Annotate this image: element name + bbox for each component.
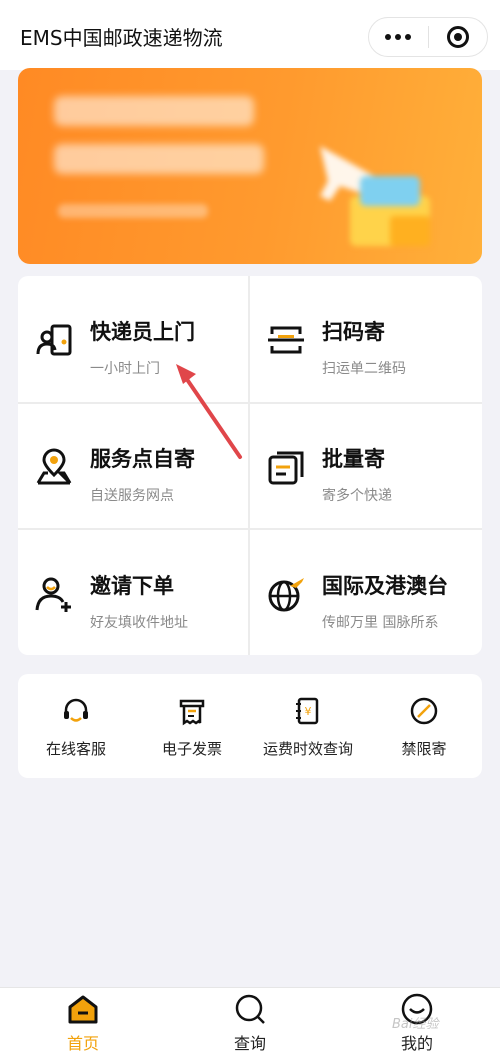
headset-icon bbox=[64, 698, 88, 722]
tool-prohibited-items[interactable]: 禁限寄 bbox=[366, 674, 482, 778]
service-title: 快递员上门 bbox=[90, 320, 195, 344]
service-title: 服务点自寄 bbox=[90, 447, 195, 471]
tool-label: 在线客服 bbox=[45, 740, 106, 758]
banner-blurred-headline bbox=[54, 96, 254, 126]
tool-label: 电子发票 bbox=[161, 740, 222, 758]
service-self-dropoff[interactable]: 服务点自寄 自送服务网点 bbox=[18, 403, 249, 528]
tab-label: 首页 bbox=[66, 1034, 99, 1053]
service-subtitle: 自送服务网点 bbox=[90, 488, 174, 504]
tool-online-service[interactable]: 在线客服 bbox=[18, 674, 134, 778]
more-button[interactable] bbox=[369, 18, 428, 56]
service-title: 批量寄 bbox=[322, 447, 385, 471]
tab-label: 我的 bbox=[400, 1034, 433, 1053]
svg-text:¥: ¥ bbox=[305, 705, 312, 718]
services-card: 快递员上门 一小时上门 扫码寄 扫运单二维码 服务点自寄 自送服务网点 批量寄 … bbox=[18, 276, 482, 655]
service-subtitle: 好友填收件地址 bbox=[90, 615, 188, 631]
tool-label: 运费时效查询 bbox=[262, 740, 353, 758]
service-invite-order[interactable]: 邀请下单 好友填收件地址 bbox=[18, 530, 249, 655]
banner-blurred-headline-2 bbox=[54, 144, 264, 174]
scan-box-icon bbox=[268, 326, 304, 354]
tab-home[interactable]: 首页 bbox=[0, 988, 166, 1055]
watermark-text: Bai经验 bbox=[392, 1017, 439, 1032]
receipt-icon bbox=[179, 699, 205, 726]
service-batch-send[interactable]: 批量寄 寄多个快递 bbox=[250, 403, 481, 528]
target-circle-icon bbox=[446, 26, 469, 48]
tab-query[interactable]: 查询 bbox=[167, 988, 333, 1055]
service-title: 扫码寄 bbox=[322, 320, 385, 344]
service-scan-send[interactable]: 扫码寄 扫运单二维码 bbox=[250, 276, 481, 401]
yen-document-icon: ¥ bbox=[296, 697, 319, 725]
bottom-tab-bar: 首页 查询 我的 Bai经验 bbox=[0, 987, 500, 1055]
service-subtitle: 一小时上门 bbox=[90, 361, 160, 377]
service-subtitle: 传邮万里 国脉所系 bbox=[322, 615, 439, 631]
app-title: EMS中国邮政速递物流 bbox=[20, 26, 223, 50]
home-icon bbox=[68, 995, 98, 1024]
service-title: 邀请下单 bbox=[90, 574, 174, 598]
service-international[interactable]: 国际及港澳台 传邮万里 国脉所系 bbox=[250, 530, 481, 655]
globe-plane-icon bbox=[268, 578, 304, 612]
banner-blurred-caption bbox=[58, 204, 208, 218]
promo-banner[interactable] bbox=[18, 68, 482, 264]
tool-e-invoice[interactable]: 电子发票 bbox=[134, 674, 250, 778]
search-icon bbox=[235, 994, 265, 1024]
more-dots-icon bbox=[385, 34, 412, 40]
courier-door-icon bbox=[36, 324, 72, 356]
prohibited-icon bbox=[410, 697, 438, 725]
banner-plane-illustration bbox=[320, 146, 430, 246]
close-button[interactable] bbox=[429, 18, 488, 56]
tools-card: 在线客服 电子发票 ¥ 运费时效查询 禁限寄 bbox=[18, 674, 482, 778]
stacked-cards-icon bbox=[268, 451, 304, 485]
location-pin-icon bbox=[36, 448, 72, 485]
person-add-icon bbox=[35, 577, 71, 612]
tab-label: 查询 bbox=[233, 1034, 266, 1053]
service-subtitle: 寄多个快递 bbox=[322, 488, 392, 504]
top-bar: EMS中国邮政速递物流 bbox=[0, 0, 500, 70]
mini-program-capsule bbox=[368, 17, 488, 57]
service-title: 国际及港澳台 bbox=[322, 574, 448, 598]
service-subtitle: 扫运单二维码 bbox=[322, 361, 406, 377]
tool-freight-query[interactable]: ¥ 运费时效查询 bbox=[250, 674, 366, 778]
service-courier-pickup[interactable]: 快递员上门 一小时上门 bbox=[18, 276, 249, 401]
tool-label: 禁限寄 bbox=[401, 740, 447, 758]
